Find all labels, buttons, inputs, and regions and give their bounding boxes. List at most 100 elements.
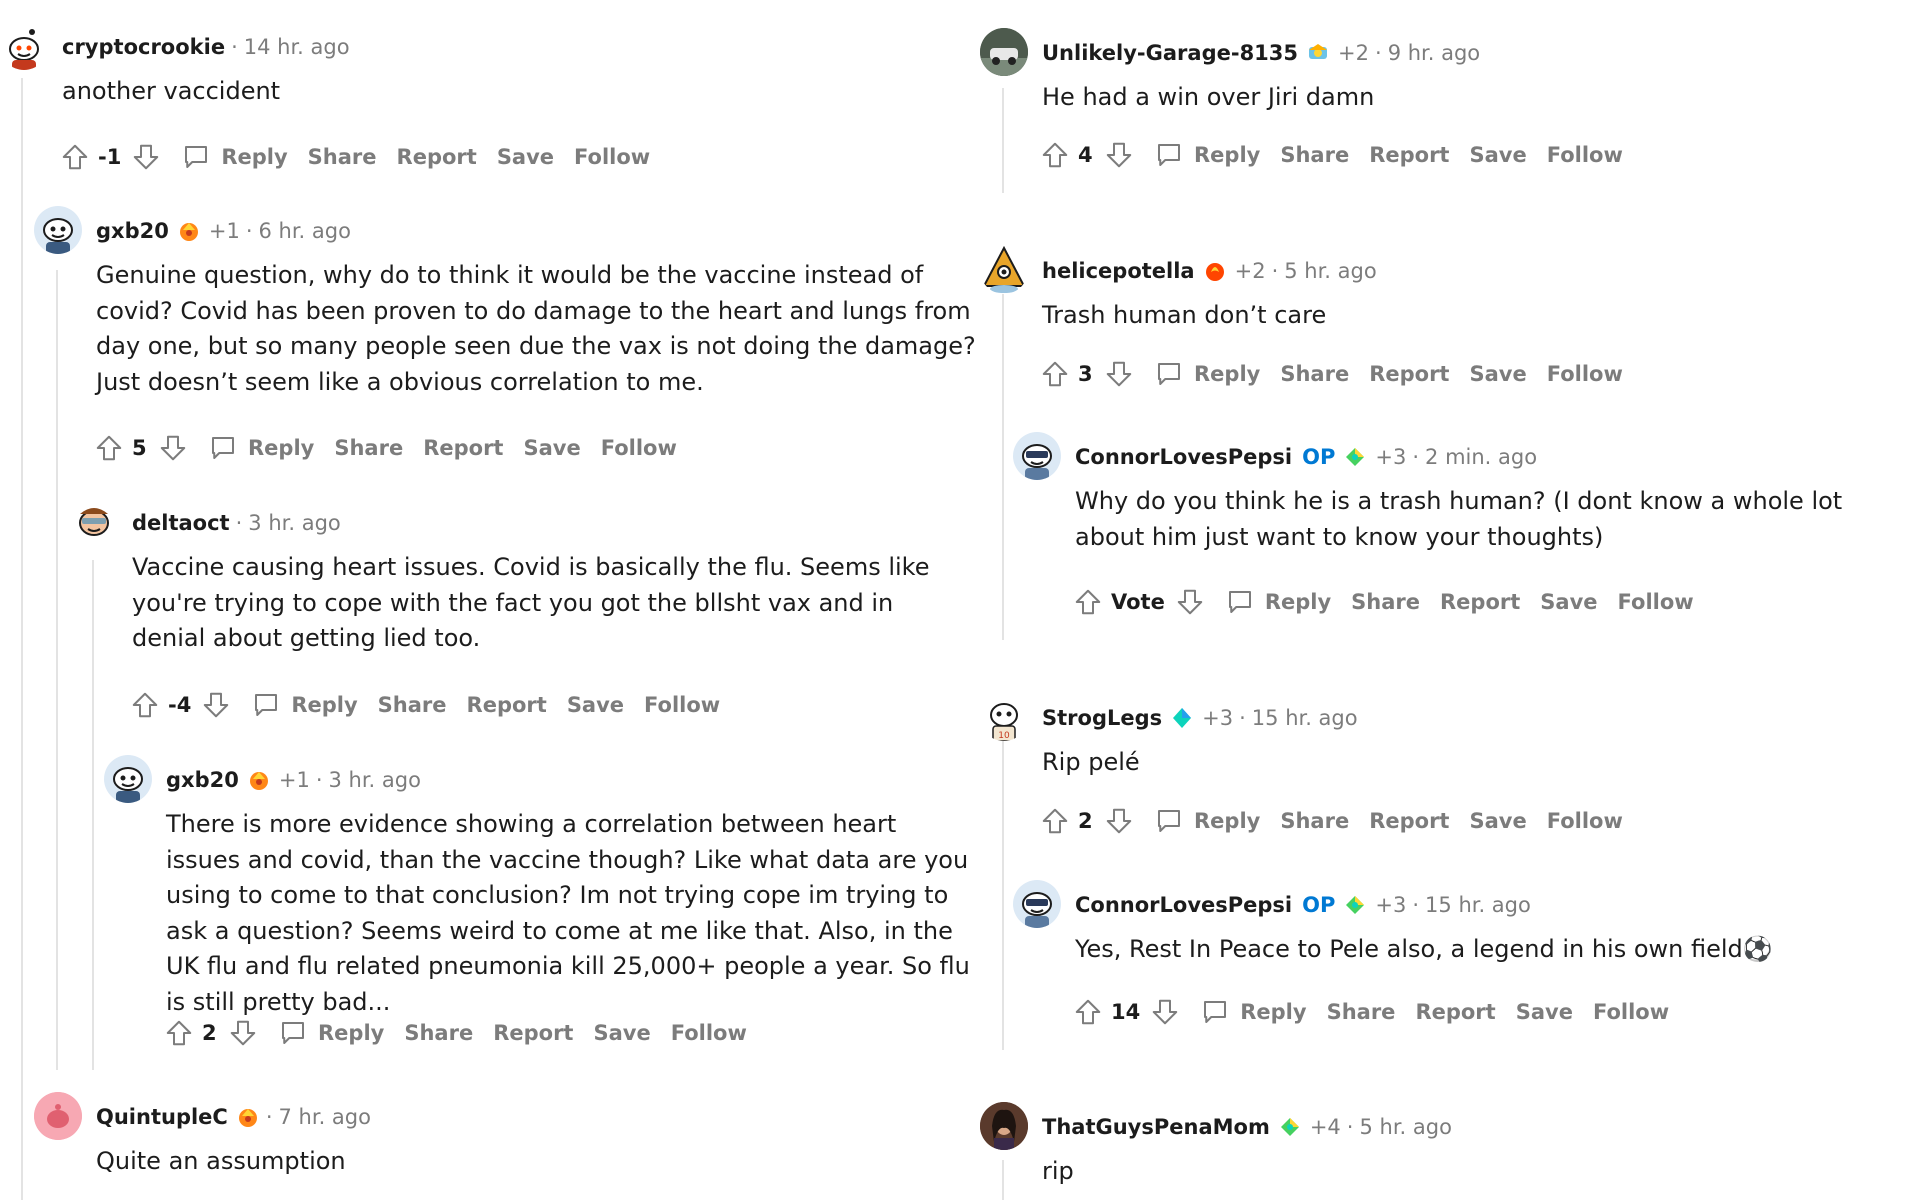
follow-button[interactable]: Follow (574, 145, 650, 169)
reply-button[interactable]: Reply (179, 140, 288, 174)
upvote-icon[interactable] (1071, 585, 1105, 619)
follow-button[interactable]: Follow (1593, 1000, 1669, 1024)
downvote-icon[interactable] (1148, 995, 1182, 1029)
timestamp[interactable]: 7 hr. ago (279, 1105, 371, 1129)
user-avatar[interactable] (34, 1092, 82, 1140)
follow-button[interactable]: Follow (644, 693, 720, 717)
user-avatar[interactable] (980, 28, 1028, 76)
upvote-icon[interactable] (1038, 357, 1072, 391)
thread-line[interactable] (56, 270, 58, 1070)
reply-button[interactable]: Reply (1152, 357, 1260, 391)
share-button[interactable]: Share (378, 693, 447, 717)
timestamp[interactable]: 6 hr. ago (259, 219, 351, 243)
upvote-icon[interactable] (162, 1016, 196, 1050)
username-link[interactable]: ThatGuysPenaMom (1042, 1115, 1270, 1139)
report-button[interactable]: Report (493, 1021, 573, 1045)
save-button[interactable]: Save (567, 693, 624, 717)
timestamp[interactable]: 15 hr. ago (1252, 706, 1358, 730)
downvote-icon[interactable] (1102, 804, 1136, 838)
user-avatar[interactable] (1013, 880, 1061, 928)
share-button[interactable]: Share (308, 145, 377, 169)
downvote-icon[interactable] (199, 688, 233, 722)
share-button[interactable]: Share (334, 436, 403, 460)
username-link[interactable]: StrogLegs (1042, 706, 1162, 730)
username-link[interactable]: deltaoct (132, 511, 230, 535)
reply-button[interactable]: Reply (1198, 995, 1307, 1029)
share-button[interactable]: Share (1351, 590, 1420, 614)
username-link[interactable]: QuintupleC (96, 1105, 228, 1129)
upvote-icon[interactable] (128, 688, 162, 722)
follow-button[interactable]: Follow (1618, 590, 1694, 614)
save-button[interactable]: Save (523, 436, 580, 460)
timestamp[interactable]: 14 hr. ago (244, 35, 350, 59)
share-button[interactable]: Share (1280, 809, 1349, 833)
report-button[interactable]: Report (397, 145, 477, 169)
downvote-icon[interactable] (1102, 138, 1136, 172)
username-link[interactable]: Unlikely-Garage-8135 (1042, 41, 1298, 65)
follow-button[interactable]: Follow (601, 436, 677, 460)
user-avatar[interactable] (980, 246, 1028, 294)
user-avatar[interactable] (980, 1102, 1028, 1150)
reply-button[interactable]: Reply (1152, 804, 1260, 838)
timestamp[interactable]: 2 min. ago (1425, 445, 1537, 469)
reply-button[interactable]: Reply (206, 431, 314, 465)
username-link[interactable]: cryptocrookie (62, 35, 225, 59)
report-button[interactable]: Report (1369, 809, 1449, 833)
timestamp[interactable]: 3 hr. ago (329, 768, 421, 792)
report-button[interactable]: Report (1369, 362, 1449, 386)
save-button[interactable]: Save (1516, 1000, 1573, 1024)
share-button[interactable]: Share (1280, 143, 1349, 167)
share-button[interactable]: Share (1280, 362, 1349, 386)
save-button[interactable]: Save (1469, 809, 1526, 833)
timestamp[interactable]: 5 hr. ago (1359, 1115, 1451, 1139)
downvote-icon[interactable] (1102, 357, 1136, 391)
follow-button[interactable]: Follow (1547, 809, 1623, 833)
upvote-icon[interactable] (1071, 995, 1105, 1029)
report-button[interactable]: Report (467, 693, 547, 717)
share-button[interactable]: Share (1327, 1000, 1396, 1024)
report-button[interactable]: Report (423, 436, 503, 460)
timestamp[interactable]: 9 hr. ago (1388, 41, 1480, 65)
user-avatar[interactable] (34, 206, 82, 254)
save-button[interactable]: Save (1540, 590, 1597, 614)
report-button[interactable]: Report (1369, 143, 1449, 167)
user-avatar[interactable] (1013, 432, 1061, 480)
upvote-icon[interactable] (1038, 138, 1072, 172)
reply-button[interactable]: Reply (1223, 585, 1331, 619)
save-button[interactable]: Save (593, 1021, 650, 1045)
thread-line[interactable] (1002, 738, 1004, 1050)
follow-button[interactable]: Follow (671, 1021, 747, 1045)
username-link[interactable]: helicepotella (1042, 259, 1195, 283)
report-button[interactable]: Report (1440, 590, 1520, 614)
username-link[interactable]: ConnorLovesPepsi (1075, 445, 1292, 469)
save-button[interactable]: Save (1469, 362, 1526, 386)
username-link[interactable]: ConnorLovesPepsi (1075, 893, 1292, 917)
thread-line[interactable] (92, 560, 94, 1070)
user-avatar[interactable]: 10 (980, 693, 1028, 741)
user-avatar[interactable] (70, 498, 118, 546)
downvote-icon[interactable] (1173, 585, 1207, 619)
upvote-icon[interactable] (92, 431, 126, 465)
share-button[interactable]: Share (404, 1021, 473, 1045)
username-link[interactable]: gxb20 (96, 219, 169, 243)
downvote-icon[interactable] (226, 1016, 260, 1050)
timestamp[interactable]: 5 hr. ago (1284, 259, 1376, 283)
thread-line[interactable] (1002, 88, 1004, 193)
downvote-icon[interactable] (156, 431, 190, 465)
timestamp[interactable]: 15 hr. ago (1425, 893, 1531, 917)
thread-line[interactable] (1002, 290, 1004, 640)
follow-button[interactable]: Follow (1547, 362, 1623, 386)
downvote-icon[interactable] (129, 140, 163, 174)
timestamp[interactable]: 3 hr. ago (248, 511, 340, 535)
upvote-icon[interactable] (58, 140, 92, 174)
username-link[interactable]: gxb20 (166, 768, 239, 792)
reply-button[interactable]: Reply (276, 1016, 384, 1050)
upvote-icon[interactable] (1038, 804, 1072, 838)
save-button[interactable]: Save (497, 145, 554, 169)
thread-line[interactable] (1002, 1160, 1004, 1200)
user-avatar[interactable] (104, 755, 152, 803)
save-button[interactable]: Save (1469, 143, 1526, 167)
reply-button[interactable]: Reply (249, 688, 358, 722)
report-button[interactable]: Report (1415, 1000, 1495, 1024)
thread-line[interactable] (21, 78, 23, 1200)
